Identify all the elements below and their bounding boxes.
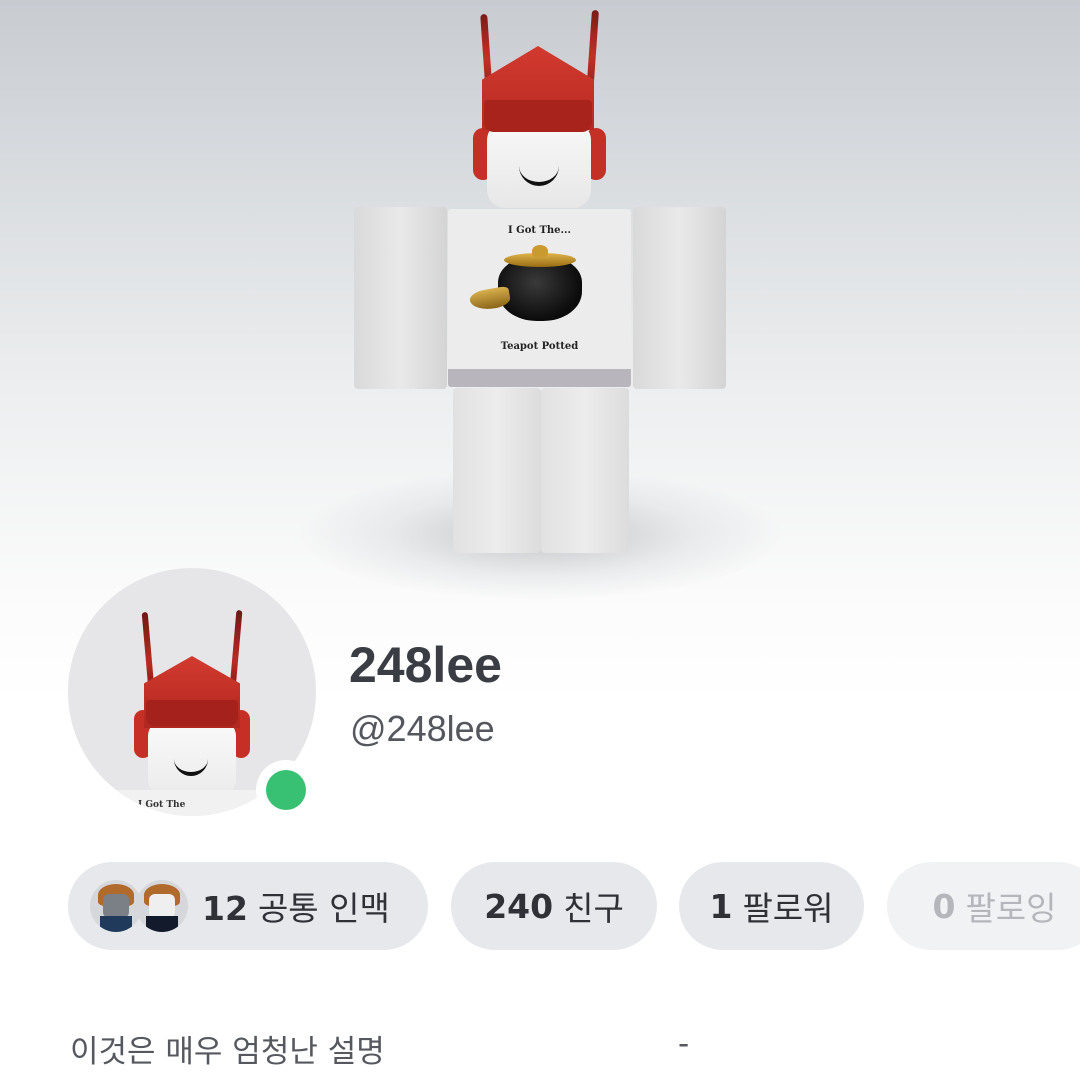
online-status-badge bbox=[256, 760, 316, 820]
friends-button[interactable]: 240 친구 bbox=[451, 862, 657, 950]
following-count: 0 bbox=[932, 886, 956, 926]
avatar-body bbox=[100, 916, 132, 932]
followers-button[interactable]: 1 팔로워 bbox=[679, 862, 864, 950]
profile-screen: I Got The... Teapot Potted I Got The 248… bbox=[0, 0, 1080, 1080]
left-leg bbox=[453, 388, 541, 553]
followers-count: 1 bbox=[709, 886, 733, 926]
left-arm bbox=[354, 207, 447, 389]
avatar-torso: I Got The... Teapot Potted bbox=[448, 209, 631, 387]
avatar-body bbox=[146, 916, 178, 932]
right-arm bbox=[633, 207, 726, 389]
mutual-connections-text: 공통 인맥 bbox=[257, 889, 390, 928]
username: @248lee bbox=[350, 708, 495, 749]
avatar-face bbox=[103, 894, 129, 918]
mutual-connections-label: 12 공통 인맥 bbox=[202, 882, 390, 930]
mutual-connections-count: 12 bbox=[202, 889, 248, 928]
mutual-friend-avatar bbox=[136, 880, 188, 932]
avatar-shoulders bbox=[108, 790, 276, 816]
friends-count: 240 bbox=[484, 886, 554, 926]
avatar-face bbox=[149, 894, 175, 918]
following-button[interactable]: 0 팔로잉 bbox=[887, 862, 1080, 950]
profile-description: 이것은 매우 엄청난 설명 bbox=[70, 1034, 385, 1070]
friends-label: 친구 bbox=[563, 889, 624, 928]
teapot-knob bbox=[532, 245, 548, 257]
right-leg bbox=[541, 388, 629, 553]
mutual-connections-button[interactable]: 12 공통 인맥 bbox=[68, 862, 428, 950]
online-status-dot bbox=[266, 770, 306, 810]
display-name: 248lee bbox=[349, 637, 502, 693]
avatar-cap-brim bbox=[146, 700, 238, 726]
followers-label: 팔로워 bbox=[742, 889, 834, 928]
following-label: 팔로잉 bbox=[965, 889, 1057, 928]
shirt-text-bottom: Teapot Potted bbox=[500, 341, 579, 352]
avatar-shirt-text: I Got The bbox=[138, 800, 186, 810]
mutual-friend-avatar bbox=[90, 880, 142, 932]
red-cap-brim bbox=[484, 100, 592, 132]
shirt-text-top: I Got The... bbox=[508, 225, 571, 236]
description-dash: - bbox=[678, 1026, 690, 1062]
